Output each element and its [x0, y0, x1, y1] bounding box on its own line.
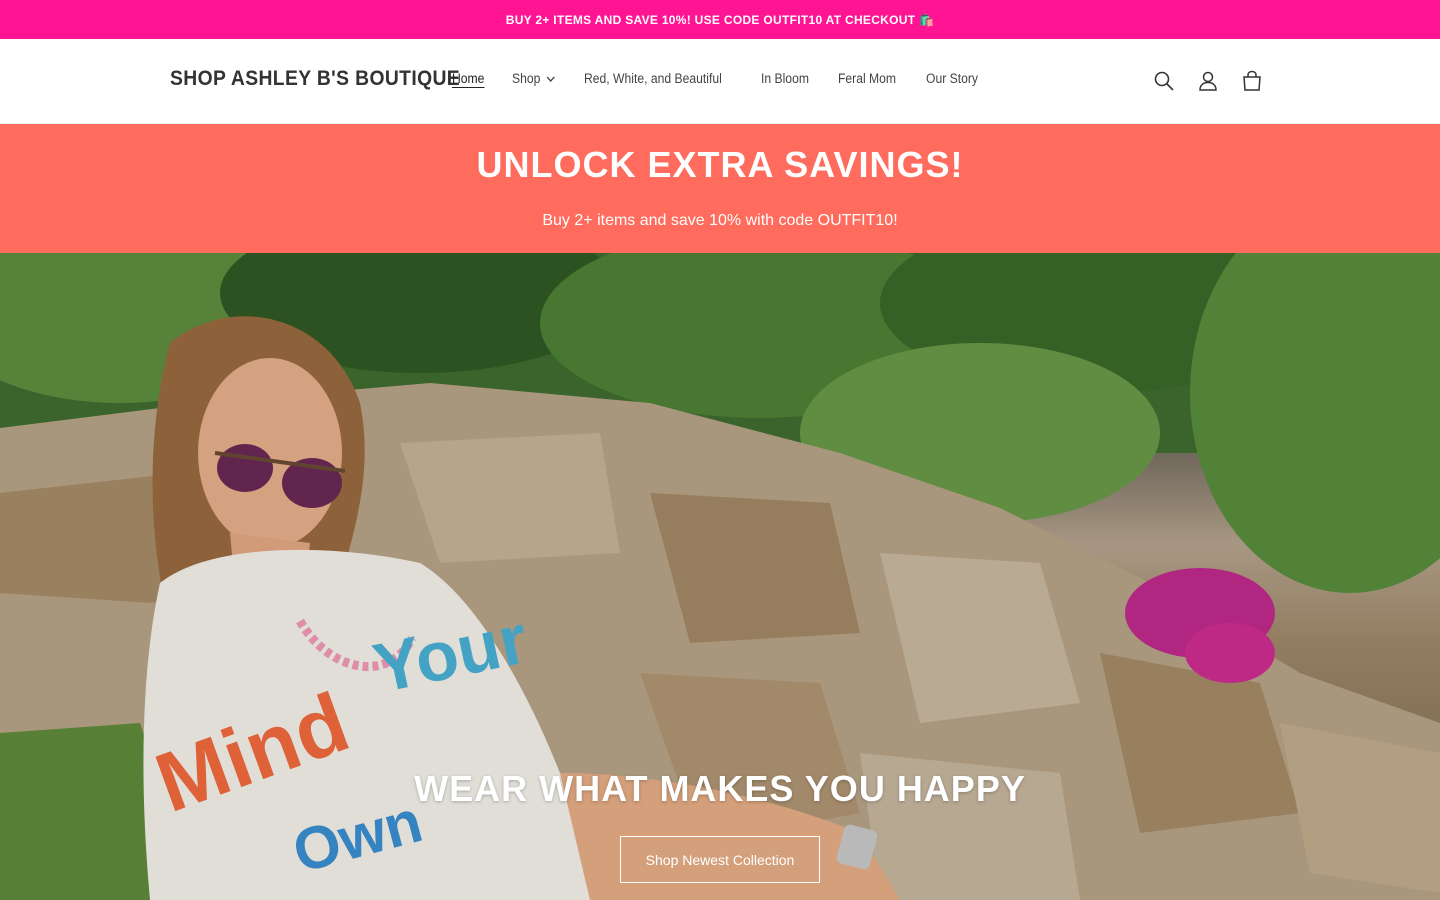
nav-item-label: Red, White, and Beautiful: [583, 71, 722, 86]
nav-item-our-story[interactable]: Our Story: [926, 71, 978, 86]
cart-button[interactable]: [1240, 69, 1264, 93]
nav-item-label: In Bloom: [760, 71, 809, 86]
hero-title: WEAR WHAT MAKES YOU HAPPY: [414, 768, 1026, 809]
nav-item-label: Home: [452, 71, 485, 86]
cart-icon: [1243, 70, 1261, 91]
nav-item-label: Shop: [512, 71, 541, 86]
chevron-down-icon: [546, 76, 555, 82]
main-nav: Home Shop Red, White, and Beautiful In B…: [452, 71, 1008, 86]
site-header: SHOP ASHLEY B'S BOUTIQUE Home Shop Red, …: [0, 39, 1440, 124]
announcement-bar: BUY 2+ ITEMS AND SAVE 10%! USE CODE OUTF…: [0, 0, 1440, 39]
nav-item-red-white-beautiful[interactable]: Red, White, and Beautiful: [584, 71, 722, 86]
search-button[interactable]: [1152, 69, 1176, 93]
hero-banner: Mind Your Own WEAR WHAT MAKES YOU HAPPY …: [0, 253, 1440, 900]
nav-item-in-bloom[interactable]: In Bloom: [761, 71, 809, 86]
nav-item-home[interactable]: Home: [452, 71, 484, 86]
promo-title: UNLOCK EXTRA SAVINGS!: [476, 144, 964, 185]
search-icon: [1154, 71, 1174, 91]
nav-item-label: Feral Mom: [837, 71, 896, 86]
nav-item-shop[interactable]: Shop: [512, 71, 555, 86]
shop-newest-collection-button[interactable]: Shop Newest Collection: [620, 836, 820, 883]
nav-item-feral-mom[interactable]: Feral Mom: [838, 71, 896, 86]
nav-item-label: Our Story: [926, 71, 979, 86]
announcement-text: BUY 2+ ITEMS AND SAVE 10%! USE CODE OUTF…: [505, 12, 935, 27]
promo-banner: UNLOCK EXTRA SAVINGS! Buy 2+ items and s…: [0, 124, 1440, 253]
account-icon: [1199, 71, 1217, 91]
store-logo[interactable]: SHOP ASHLEY B'S BOUTIQUE: [170, 67, 460, 91]
account-button[interactable]: [1196, 69, 1220, 93]
promo-subtitle: Buy 2+ items and save 10% with code OUTF…: [542, 212, 898, 229]
